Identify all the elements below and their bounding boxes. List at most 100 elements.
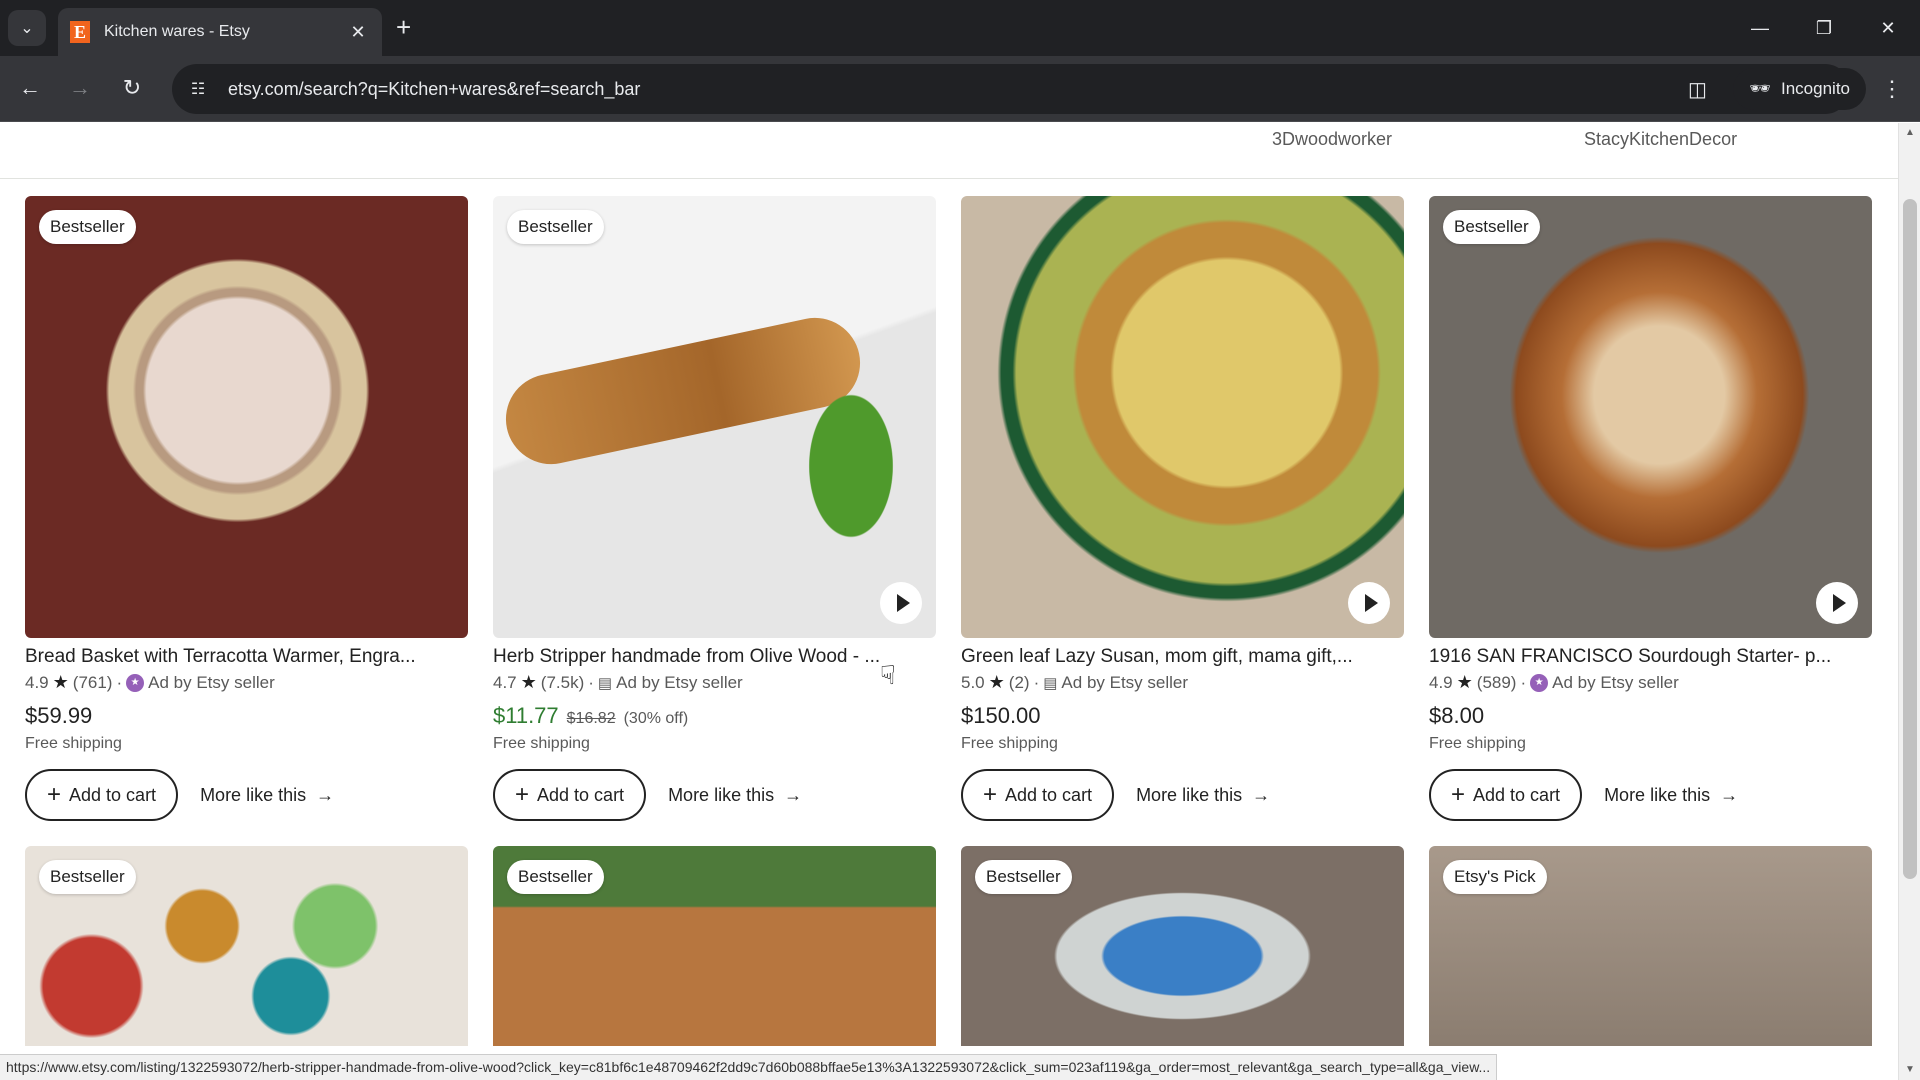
review-count: (589) [1476,672,1517,692]
plus-icon: + [47,781,62,808]
more-like-this-link[interactable]: More like this → [1604,785,1738,806]
incognito-label: Incognito [1781,79,1850,98]
tab-search-button[interactable]: ⌄ [8,10,46,46]
etsys-pick-badge: Etsy's Pick [1443,860,1547,894]
back-icon[interactable]: ← [12,70,48,106]
listing-title[interactable]: Herb Stripper handmade from Olive Wood -… [493,646,936,668]
listing-image[interactable]: Etsy's Pick [1429,846,1872,1046]
url-text[interactable]: etsy.com/search?q=Kitchen+wares&ref=sear… [228,79,1754,100]
incognito-icon: 🕶 [1749,79,1771,98]
browser-menu-icon[interactable]: ⋮ [1874,76,1910,102]
more-like-this-label: More like this [1604,784,1711,805]
plus-icon: + [983,781,998,808]
star-icon: ★ [520,672,537,692]
play-video-icon[interactable] [880,582,922,624]
arrow-right-icon: → [316,784,335,805]
ad-label: Ad by Etsy seller [616,672,743,692]
rating-value: 4.7 [493,672,517,692]
listing-card[interactable]: Bestseller Bread Basket with Terracotta … [25,196,468,821]
listing-title[interactable]: 1916 SAN FRANCISCO Sourdough Starter- p.… [1429,646,1872,668]
close-window-icon[interactable]: ✕ [1856,0,1920,56]
add-to-cart-label: Add to cart [537,784,625,805]
listing-actions: + Add to cart More like this → [493,769,936,821]
listing-title[interactable]: Green leaf Lazy Susan, mom gift, mama gi… [961,646,1404,668]
scroll-down-arrow-icon[interactable]: ▼ [1899,1060,1920,1080]
new-tab-button[interactable]: + [396,14,411,40]
price-row: $150.00 [961,703,1404,729]
incognito-badge[interactable]: 🕶 Incognito [1733,68,1866,110]
bestseller-badge: Bestseller [507,210,604,244]
price: $8.00 [1429,703,1485,728]
link-status-bar: https://www.etsy.com/listing/1322593072/… [0,1054,1498,1080]
review-count: (2) [1008,672,1030,692]
listing-title[interactable]: Bread Basket with Terracotta Warmer, Eng… [25,646,468,668]
side-panel-icon[interactable]: ◫ [1677,69,1717,109]
site-info-icon[interactable]: ☷ [178,69,218,109]
more-like-this-label: More like this [668,784,775,805]
page-scrollbar[interactable]: ▲ ▼ [1898,123,1920,1080]
listing-image[interactable]: Bestseller [493,196,936,638]
scroll-up-arrow-icon[interactable]: ▲ [1899,123,1920,143]
listing-grid: Bestseller Bread Basket with Terracotta … [25,196,1872,1046]
listing-image[interactable]: Bestseller [1429,196,1872,638]
listing-meta: 4.9 ★ (761) · ★ Ad by Etsy seller [25,672,468,693]
add-to-cart-button[interactable]: + Add to cart [25,769,179,821]
listing-card[interactable]: Bestseller [493,846,936,1046]
forward-icon[interactable]: → [62,70,98,106]
listing-actions: + Add to cart More like this → [25,769,468,821]
shop-link[interactable]: 3Dwoodworker [1272,129,1392,150]
shipping-label: Free shipping [1429,735,1526,752]
close-tab-icon[interactable]: ✕ [346,22,370,43]
minimize-icon[interactable]: — [1728,0,1792,56]
review-count: (761) [72,672,113,692]
listing-card[interactable]: Bestseller [961,846,1404,1046]
listing-card[interactable]: Etsy's Pick [1429,846,1872,1046]
page-viewport: 3Dwoodworker StacyKitchenDecor Bestselle… [0,123,1898,1080]
rating-value: 4.9 [25,672,49,692]
ad-label: Ad by Etsy seller [1552,672,1679,692]
price-row: $11.77 $16.82 (30% off) [493,703,936,729]
shop-icon: ▤ [597,674,613,692]
hand-pointer-cursor-icon: ☟ [880,660,896,690]
scrollbar-thumb[interactable] [1903,199,1917,879]
arrow-right-icon: → [784,784,803,805]
etsy-favicon-icon: E [70,21,90,43]
more-like-this-label: More like this [200,784,307,805]
listing-card[interactable]: Bestseller [25,846,468,1046]
separator: · [1033,672,1040,692]
add-to-cart-button[interactable]: + Add to cart [1429,769,1583,821]
ad-label: Ad by Etsy seller [1061,672,1189,692]
herb-leaf-image [786,356,916,576]
listing-card[interactable]: Bestseller Herb Stripper handmade from O… [493,196,936,821]
play-video-icon[interactable] [1348,582,1390,624]
price: $150.00 [961,703,1041,728]
listing-image[interactable]: Bestseller [25,196,468,638]
restore-icon[interactable]: ❐ [1792,0,1856,56]
listing-image[interactable] [961,196,1404,638]
window-controls: — ❐ ✕ [1728,0,1920,56]
more-like-this-link[interactable]: More like this → [668,785,802,806]
tab-title: Kitchen wares - Etsy [104,23,250,40]
more-like-this-label: More like this [1136,784,1243,805]
bestseller-badge: Bestseller [1443,210,1540,244]
more-like-this-link[interactable]: More like this → [200,785,334,806]
address-bar[interactable]: ☷ etsy.com/search?q=Kitchen+wares&ref=se… [172,64,1850,114]
discount-label: (30% off) [623,710,689,727]
plus-icon: + [515,781,530,808]
listing-card[interactable]: Green leaf Lazy Susan, mom gift, mama gi… [961,196,1404,821]
add-to-cart-label: Add to cart [69,784,157,805]
add-to-cart-label: Add to cart [1473,784,1561,805]
active-tab[interactable]: E Kitchen wares - Etsy ✕ [58,8,382,56]
add-to-cart-button[interactable]: + Add to cart [961,769,1115,821]
listing-image[interactable]: Bestseller [493,846,936,1046]
add-to-cart-button[interactable]: + Add to cart [493,769,647,821]
play-video-icon[interactable] [1816,582,1858,624]
listing-card[interactable]: Bestseller 1916 SAN FRANCISCO Sourdough … [1429,196,1872,821]
listing-image[interactable]: Bestseller [961,846,1404,1046]
shop-link[interactable]: StacyKitchenDecor [1584,129,1737,150]
listing-image[interactable]: Bestseller [25,846,468,1046]
bestseller-badge: Bestseller [39,860,136,894]
price-row: $8.00 [1429,703,1872,729]
more-like-this-link[interactable]: More like this → [1136,785,1270,806]
reload-icon[interactable]: ↻ [114,70,150,106]
